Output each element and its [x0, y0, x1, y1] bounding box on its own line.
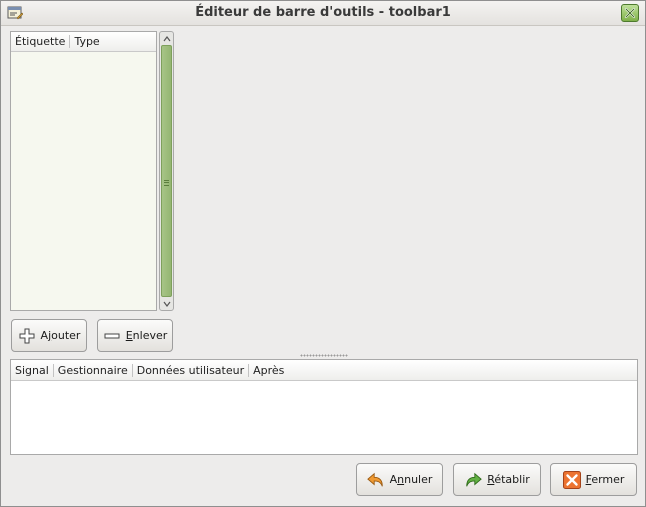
toolbar-editor-window: Éditeur de barre d'outils - toolbar1 Éti…	[0, 0, 646, 507]
redo-button-label: Rétablir	[487, 473, 530, 486]
close-icon	[624, 7, 636, 19]
remove-button-label: Enlever	[125, 329, 168, 342]
redo-arrow-icon	[464, 471, 482, 489]
toolbar-items-header: Étiquette Type	[11, 32, 156, 52]
grip-icon	[164, 180, 169, 186]
scroll-up-icon[interactable]	[160, 32, 173, 45]
redo-button[interactable]: Rétablir	[453, 463, 541, 496]
column-header-signal[interactable]: Signal	[11, 364, 53, 377]
column-header-after[interactable]: Après	[248, 363, 288, 377]
minus-icon	[103, 327, 121, 345]
signals-list[interactable]: Signal Gestionnaire Données utilisateur …	[10, 359, 638, 455]
column-header-type[interactable]: Type	[69, 35, 103, 48]
column-header-label[interactable]: Étiquette	[11, 35, 69, 48]
add-button[interactable]: Ajouter	[11, 319, 87, 352]
close-x-icon	[562, 470, 581, 489]
window-title: Éditeur de barre d'outils - toolbar1	[195, 5, 451, 20]
undo-arrow-icon	[366, 471, 385, 489]
toolbar-items-scrollbar[interactable]	[159, 31, 174, 311]
column-header-user-data[interactable]: Données utilisateur	[131, 363, 248, 377]
window-close-button[interactable]	[621, 4, 639, 22]
toolbar-items-list[interactable]: Étiquette Type	[10, 31, 157, 311]
plus-icon	[18, 327, 36, 345]
scrollbar-thumb[interactable]	[161, 45, 172, 297]
close-dialog-button[interactable]: Fermer	[550, 463, 637, 496]
add-button-label: Ajouter	[40, 329, 81, 342]
signals-header: Signal Gestionnaire Données utilisateur …	[11, 360, 637, 381]
remove-button[interactable]: Enlever	[97, 319, 173, 352]
column-header-handler[interactable]: Gestionnaire	[52, 363, 132, 377]
undo-button-label: Annuler	[389, 473, 433, 486]
undo-button[interactable]: Annuler	[356, 463, 443, 496]
scroll-down-icon[interactable]	[160, 297, 173, 310]
title-bar[interactable]: Éditeur de barre d'outils - toolbar1	[1, 1, 645, 26]
pane-splitter-handle[interactable]	[300, 354, 348, 357]
close-dialog-button-label: Fermer	[585, 473, 625, 486]
